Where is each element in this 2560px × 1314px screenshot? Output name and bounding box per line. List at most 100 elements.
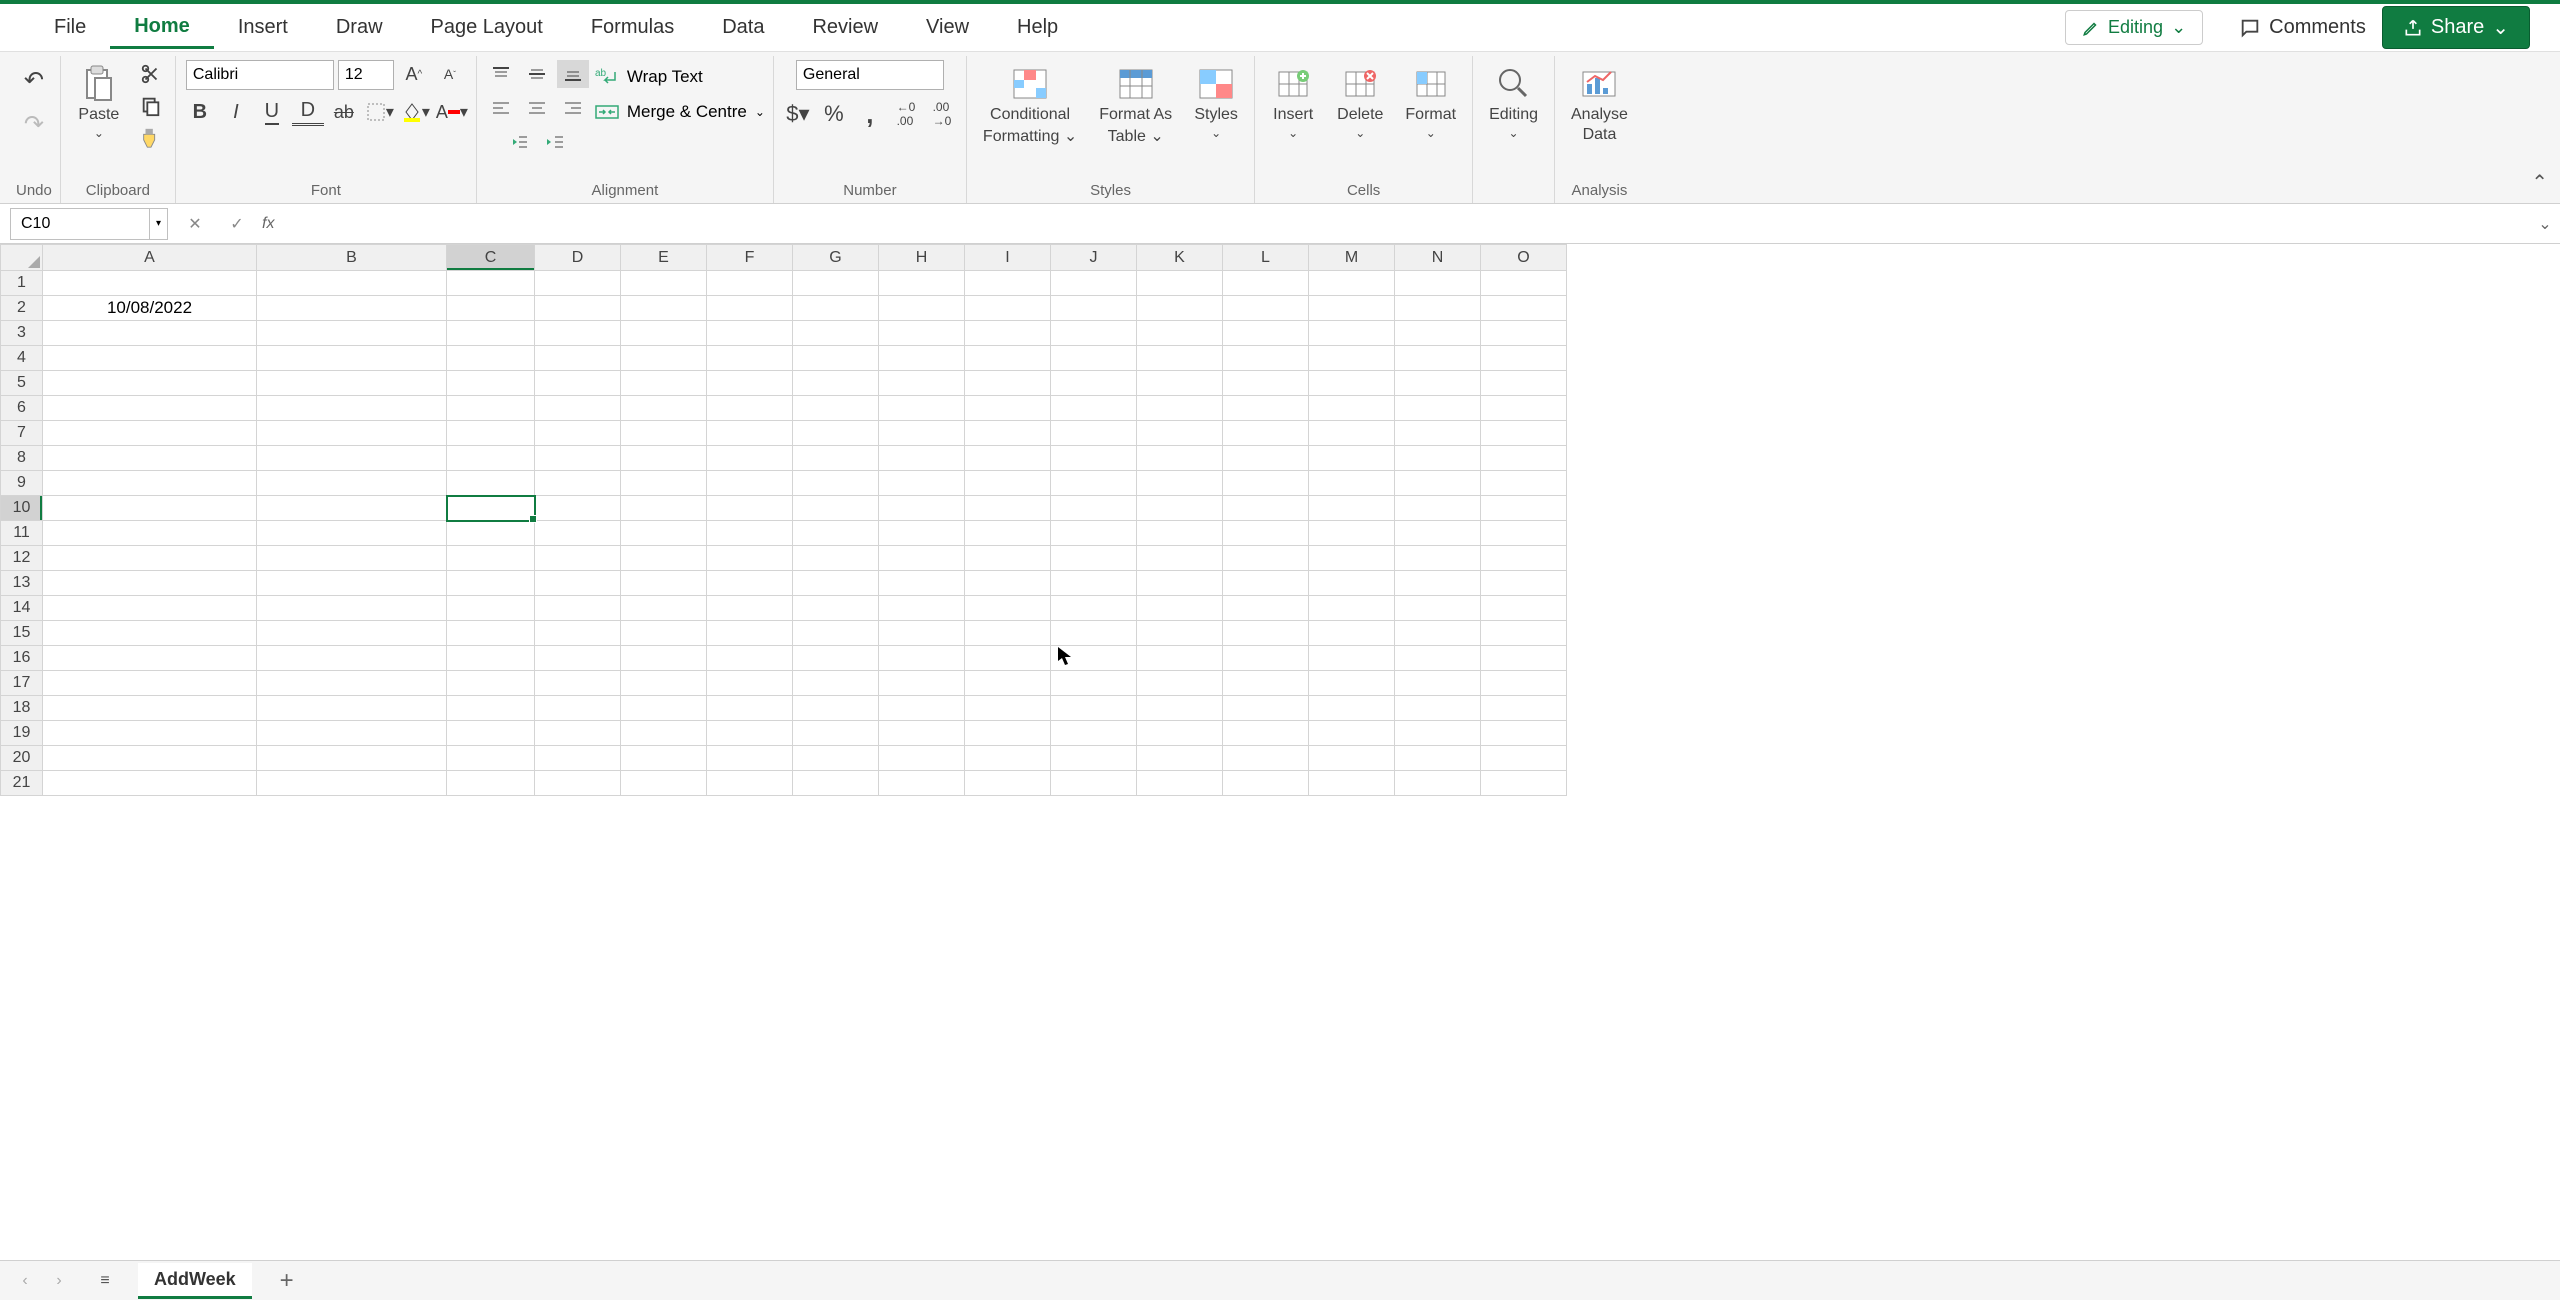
row-header-10[interactable]: 10 bbox=[1, 496, 43, 521]
cell-F7[interactable] bbox=[707, 421, 793, 446]
font-color-button[interactable]: A▾ bbox=[436, 98, 468, 126]
cell-N13[interactable] bbox=[1395, 571, 1481, 596]
align-left-button[interactable] bbox=[485, 94, 517, 122]
col-header-D[interactable]: D bbox=[535, 245, 621, 271]
row-header-12[interactable]: 12 bbox=[1, 546, 43, 571]
cell-D12[interactable] bbox=[535, 546, 621, 571]
cell-C3[interactable] bbox=[447, 321, 535, 346]
share-button[interactable]: Share ⌄ bbox=[2382, 6, 2530, 49]
cell-H8[interactable] bbox=[879, 446, 965, 471]
cell-F10[interactable] bbox=[707, 496, 793, 521]
tab-page-layout[interactable]: Page Layout bbox=[407, 8, 567, 47]
cell-A14[interactable] bbox=[43, 596, 257, 621]
row-header-3[interactable]: 3 bbox=[1, 321, 43, 346]
cell-K4[interactable] bbox=[1137, 346, 1223, 371]
cell-D18[interactable] bbox=[535, 696, 621, 721]
cell-H5[interactable] bbox=[879, 371, 965, 396]
cell-N14[interactable] bbox=[1395, 596, 1481, 621]
cell-C12[interactable] bbox=[447, 546, 535, 571]
cell-D3[interactable] bbox=[535, 321, 621, 346]
cell-G7[interactable] bbox=[793, 421, 879, 446]
cell-E15[interactable] bbox=[621, 621, 707, 646]
collapse-ribbon-button[interactable]: ⌃ bbox=[2531, 170, 2548, 195]
cell-L4[interactable] bbox=[1223, 346, 1309, 371]
cell-N4[interactable] bbox=[1395, 346, 1481, 371]
cell-N18[interactable] bbox=[1395, 696, 1481, 721]
delete-cells-button[interactable]: Delete ⌄ bbox=[1329, 60, 1391, 144]
cell-F19[interactable] bbox=[707, 721, 793, 746]
cell-N8[interactable] bbox=[1395, 446, 1481, 471]
tab-view[interactable]: View bbox=[902, 8, 993, 47]
double-underline-button[interactable]: D bbox=[292, 98, 324, 126]
cell-A8[interactable] bbox=[43, 446, 257, 471]
cell-E19[interactable] bbox=[621, 721, 707, 746]
cell-B21[interactable] bbox=[257, 771, 447, 796]
cell-O8[interactable] bbox=[1481, 446, 1567, 471]
cell-H13[interactable] bbox=[879, 571, 965, 596]
cell-I20[interactable] bbox=[965, 746, 1051, 771]
cell-B20[interactable] bbox=[257, 746, 447, 771]
cell-K11[interactable] bbox=[1137, 521, 1223, 546]
cell-C17[interactable] bbox=[447, 671, 535, 696]
cell-N9[interactable] bbox=[1395, 471, 1481, 496]
cell-B2[interactable] bbox=[257, 296, 447, 321]
borders-button[interactable]: ▾ bbox=[364, 98, 396, 126]
cell-H19[interactable] bbox=[879, 721, 965, 746]
cell-G8[interactable] bbox=[793, 446, 879, 471]
cell-K2[interactable] bbox=[1137, 296, 1223, 321]
cell-K20[interactable] bbox=[1137, 746, 1223, 771]
col-header-E[interactable]: E bbox=[621, 245, 707, 271]
cell-D1[interactable] bbox=[535, 271, 621, 296]
cell-I7[interactable] bbox=[965, 421, 1051, 446]
undo-button[interactable]: ↶ bbox=[18, 60, 50, 100]
cell-D13[interactable] bbox=[535, 571, 621, 596]
cell-C14[interactable] bbox=[447, 596, 535, 621]
cell-G14[interactable] bbox=[793, 596, 879, 621]
cell-L12[interactable] bbox=[1223, 546, 1309, 571]
cell-E6[interactable] bbox=[621, 396, 707, 421]
row-header-20[interactable]: 20 bbox=[1, 746, 43, 771]
all-sheets-button[interactable]: ≡ bbox=[92, 1268, 118, 1294]
cell-L2[interactable] bbox=[1223, 296, 1309, 321]
cell-M20[interactable] bbox=[1309, 746, 1395, 771]
cell-B4[interactable] bbox=[257, 346, 447, 371]
cell-E7[interactable] bbox=[621, 421, 707, 446]
currency-button[interactable]: $▾ bbox=[782, 100, 814, 128]
cell-L7[interactable] bbox=[1223, 421, 1309, 446]
cell-M3[interactable] bbox=[1309, 321, 1395, 346]
cell-G13[interactable] bbox=[793, 571, 879, 596]
cell-B1[interactable]: END DATE bbox=[257, 271, 447, 296]
cell-O21[interactable] bbox=[1481, 771, 1567, 796]
cell-K17[interactable] bbox=[1137, 671, 1223, 696]
cell-D2[interactable] bbox=[535, 296, 621, 321]
cell-M14[interactable] bbox=[1309, 596, 1395, 621]
cell-O5[interactable] bbox=[1481, 371, 1567, 396]
wrap-text-button[interactable]: ab Wrap Text bbox=[595, 66, 703, 88]
cell-H21[interactable] bbox=[879, 771, 965, 796]
cell-N5[interactable] bbox=[1395, 371, 1481, 396]
row-header-11[interactable]: 11 bbox=[1, 521, 43, 546]
decrease-indent-button[interactable] bbox=[503, 128, 535, 156]
cell-I5[interactable] bbox=[965, 371, 1051, 396]
cell-H7[interactable] bbox=[879, 421, 965, 446]
cell-F11[interactable] bbox=[707, 521, 793, 546]
cell-H11[interactable] bbox=[879, 521, 965, 546]
increase-decimal-button[interactable]: ←0.00 bbox=[890, 100, 922, 128]
name-box[interactable] bbox=[10, 208, 150, 240]
cell-C7[interactable] bbox=[447, 421, 535, 446]
align-middle-button[interactable] bbox=[521, 60, 553, 88]
cell-G2[interactable] bbox=[793, 296, 879, 321]
cell-A15[interactable] bbox=[43, 621, 257, 646]
cell-C8[interactable] bbox=[447, 446, 535, 471]
cut-button[interactable] bbox=[135, 60, 167, 88]
cell-O20[interactable] bbox=[1481, 746, 1567, 771]
cell-M6[interactable] bbox=[1309, 396, 1395, 421]
cell-E12[interactable] bbox=[621, 546, 707, 571]
cell-B9[interactable] bbox=[257, 471, 447, 496]
increase-indent-button[interactable] bbox=[539, 128, 571, 156]
cell-G4[interactable] bbox=[793, 346, 879, 371]
cell-A9[interactable] bbox=[43, 471, 257, 496]
fill-color-button[interactable]: ▾ bbox=[400, 98, 432, 126]
cell-E18[interactable] bbox=[621, 696, 707, 721]
tab-draw[interactable]: Draw bbox=[312, 8, 407, 47]
